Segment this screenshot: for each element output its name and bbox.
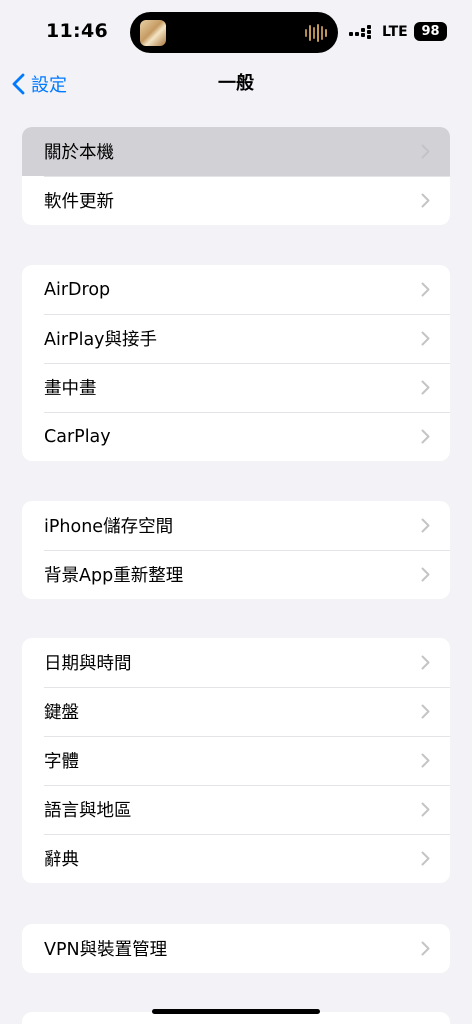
chevron-left-icon: [12, 73, 25, 95]
row-label: VPN與裝置管理: [44, 940, 168, 960]
dynamic-island[interactable]: [130, 12, 338, 53]
status-time: 11:46: [46, 20, 108, 42]
cellular-signal-icon: [349, 25, 371, 39]
row-keyboard[interactable]: 鍵盤: [22, 687, 450, 736]
row-software-update[interactable]: 軟件更新: [22, 176, 450, 225]
row-fonts[interactable]: 字體: [22, 736, 450, 785]
chevron-right-icon: [421, 429, 430, 444]
row-about[interactable]: 關於本機: [22, 127, 450, 176]
settings-group-connectivity: AirDrop AirPlay與接手 畫中畫 CarPlay: [22, 265, 450, 461]
now-playing-artwork: [140, 20, 166, 46]
row-airplay-handoff[interactable]: AirPlay與接手: [22, 314, 450, 363]
row-iphone-storage[interactable]: iPhone儲存空間: [22, 501, 450, 550]
chevron-right-icon: [421, 380, 430, 395]
back-button[interactable]: 設定: [12, 62, 67, 106]
row-label: 畫中畫: [44, 379, 97, 399]
home-indicator[interactable]: [152, 1009, 320, 1014]
settings-group-storage: iPhone儲存空間 背景App重新整理: [22, 501, 450, 599]
chevron-right-icon: [421, 567, 430, 582]
navigation-bar: 一般 設定: [0, 62, 472, 106]
row-picture-in-picture[interactable]: 畫中畫: [22, 363, 450, 412]
battery-icon: 98: [414, 22, 447, 41]
chevron-right-icon: [421, 193, 430, 208]
row-date-time[interactable]: 日期與時間: [22, 638, 450, 687]
chevron-right-icon: [421, 802, 430, 817]
row-background-app-refresh[interactable]: 背景App重新整理: [22, 550, 450, 599]
row-label: 語言與地區: [44, 801, 132, 821]
row-language-region[interactable]: 語言與地區: [22, 785, 450, 834]
row-airdrop[interactable]: AirDrop: [22, 265, 450, 314]
row-carplay[interactable]: CarPlay: [22, 412, 450, 461]
chevron-right-icon: [421, 282, 430, 297]
chevron-right-icon: [421, 655, 430, 670]
settings-group-about: 關於本機 軟件更新: [22, 127, 450, 225]
settings-group-locale: 日期與時間 鍵盤 字體 語言與地區 辭典: [22, 638, 450, 883]
row-label: 日期與時間: [44, 654, 132, 674]
chevron-right-icon: [421, 851, 430, 866]
page-title: 一般: [218, 73, 254, 94]
chevron-right-icon: [421, 941, 430, 956]
row-label: CarPlay: [44, 426, 111, 447]
settings-group-vpn: VPN與裝置管理: [22, 924, 450, 973]
chevron-right-icon: [421, 753, 430, 768]
row-label: AirPlay與接手: [44, 330, 158, 350]
row-label: 鍵盤: [44, 703, 79, 723]
status-bar: 11:46 LTE 98: [0, 0, 472, 62]
row-label: iPhone儲存空間: [44, 517, 174, 537]
row-dictionary[interactable]: 辭典: [22, 834, 450, 883]
chevron-right-icon: [421, 518, 430, 533]
row-vpn-device-management[interactable]: VPN與裝置管理: [22, 924, 450, 973]
row-label: AirDrop: [44, 279, 111, 300]
row-label: 背景App重新整理: [44, 566, 184, 586]
network-type-label: LTE: [382, 24, 408, 40]
row-label: 辭典: [44, 850, 79, 870]
chevron-right-icon: [421, 704, 430, 719]
row-label: 軟件更新: [44, 192, 114, 212]
row-label: 關於本機: [44, 143, 114, 163]
audio-waveform-icon: [305, 24, 327, 42]
back-button-label: 設定: [31, 75, 67, 96]
chevron-right-icon: [421, 331, 430, 346]
chevron-right-icon: [421, 144, 430, 159]
row-label: 字體: [44, 752, 79, 772]
